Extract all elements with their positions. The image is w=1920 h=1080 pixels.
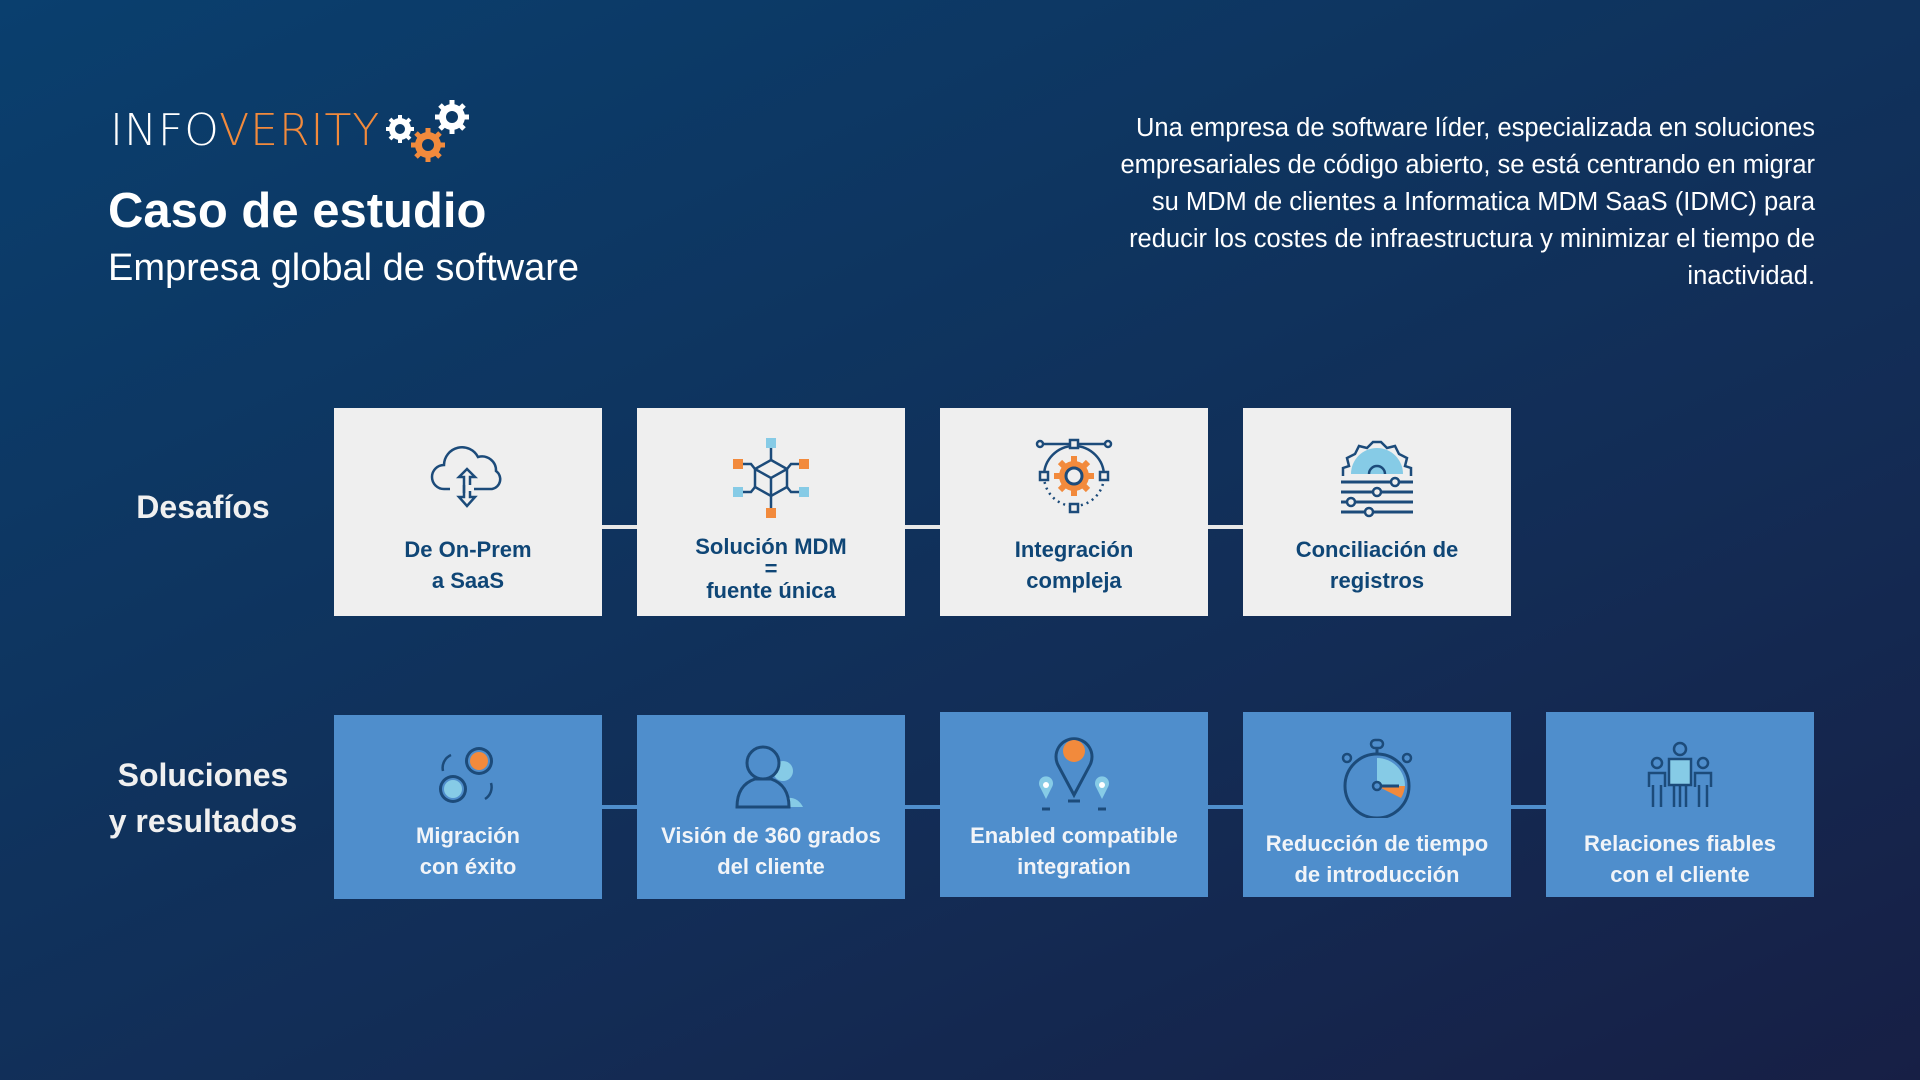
network-cube-icon: [733, 438, 809, 518]
logo-text-verity: VERITY: [219, 104, 381, 156]
challenge-label: De On-Prem a SaaS: [404, 537, 532, 593]
challenge-card: De On-Prem a SaaS: [334, 408, 602, 616]
solutions-label: Soluciones y resultados: [108, 757, 298, 839]
solution-card: Relaciones fiables con el cliente: [1546, 712, 1814, 897]
challenge-card: Solución MDM = fuente única: [637, 408, 905, 616]
team-icon: [1647, 741, 1713, 807]
customer-profile-icon: [735, 745, 803, 809]
page-title: Caso de estudio: [108, 184, 487, 238]
challenge-label: Conciliación de registros: [1295, 537, 1459, 593]
challenge-label: Integración compleja: [1014, 537, 1134, 593]
page-subtitle: Empresa global de software: [108, 247, 580, 289]
solution-card: Visión de 360 grados del cliente: [637, 715, 905, 899]
challenge-label: Solución MDM = fuente única: [695, 534, 847, 603]
challenges-label: Desafíos: [136, 489, 270, 525]
solution-label: Visión de 360 grados del cliente: [661, 823, 881, 879]
solution-label: Migración con éxito: [416, 823, 520, 879]
stopwatch-icon: [1341, 738, 1413, 818]
challenge-card: Conciliación de registros: [1243, 408, 1511, 616]
solution-card: Reducción de tiempo de introducción: [1243, 712, 1511, 897]
intro-paragraph: Una empresa de software líder, especiali…: [1120, 114, 1815, 290]
migration-circles-icon: [439, 747, 493, 803]
solution-label: Reducción de tiempo de introducción: [1265, 831, 1489, 887]
gear-sliders-icon: [1341, 440, 1413, 518]
location-pins-icon: [1039, 737, 1109, 811]
solution-label: Enabled compatible integration: [970, 823, 1178, 879]
cloud-sync-icon: [430, 446, 502, 508]
solution-card: Migración con éxito: [334, 715, 602, 899]
gears-icon: [386, 100, 470, 162]
logo-text-info: INFO: [110, 104, 220, 156]
logo: INFOVERITY: [110, 97, 472, 163]
challenge-card: Integración compleja: [940, 408, 1208, 616]
gear-bezier-icon: [1035, 438, 1113, 514]
solution-card: Enabled compatible integration: [940, 712, 1208, 897]
solution-label: Relaciones fiables con el cliente: [1584, 831, 1776, 887]
logo-text: INFOVERITY: [110, 105, 380, 156]
